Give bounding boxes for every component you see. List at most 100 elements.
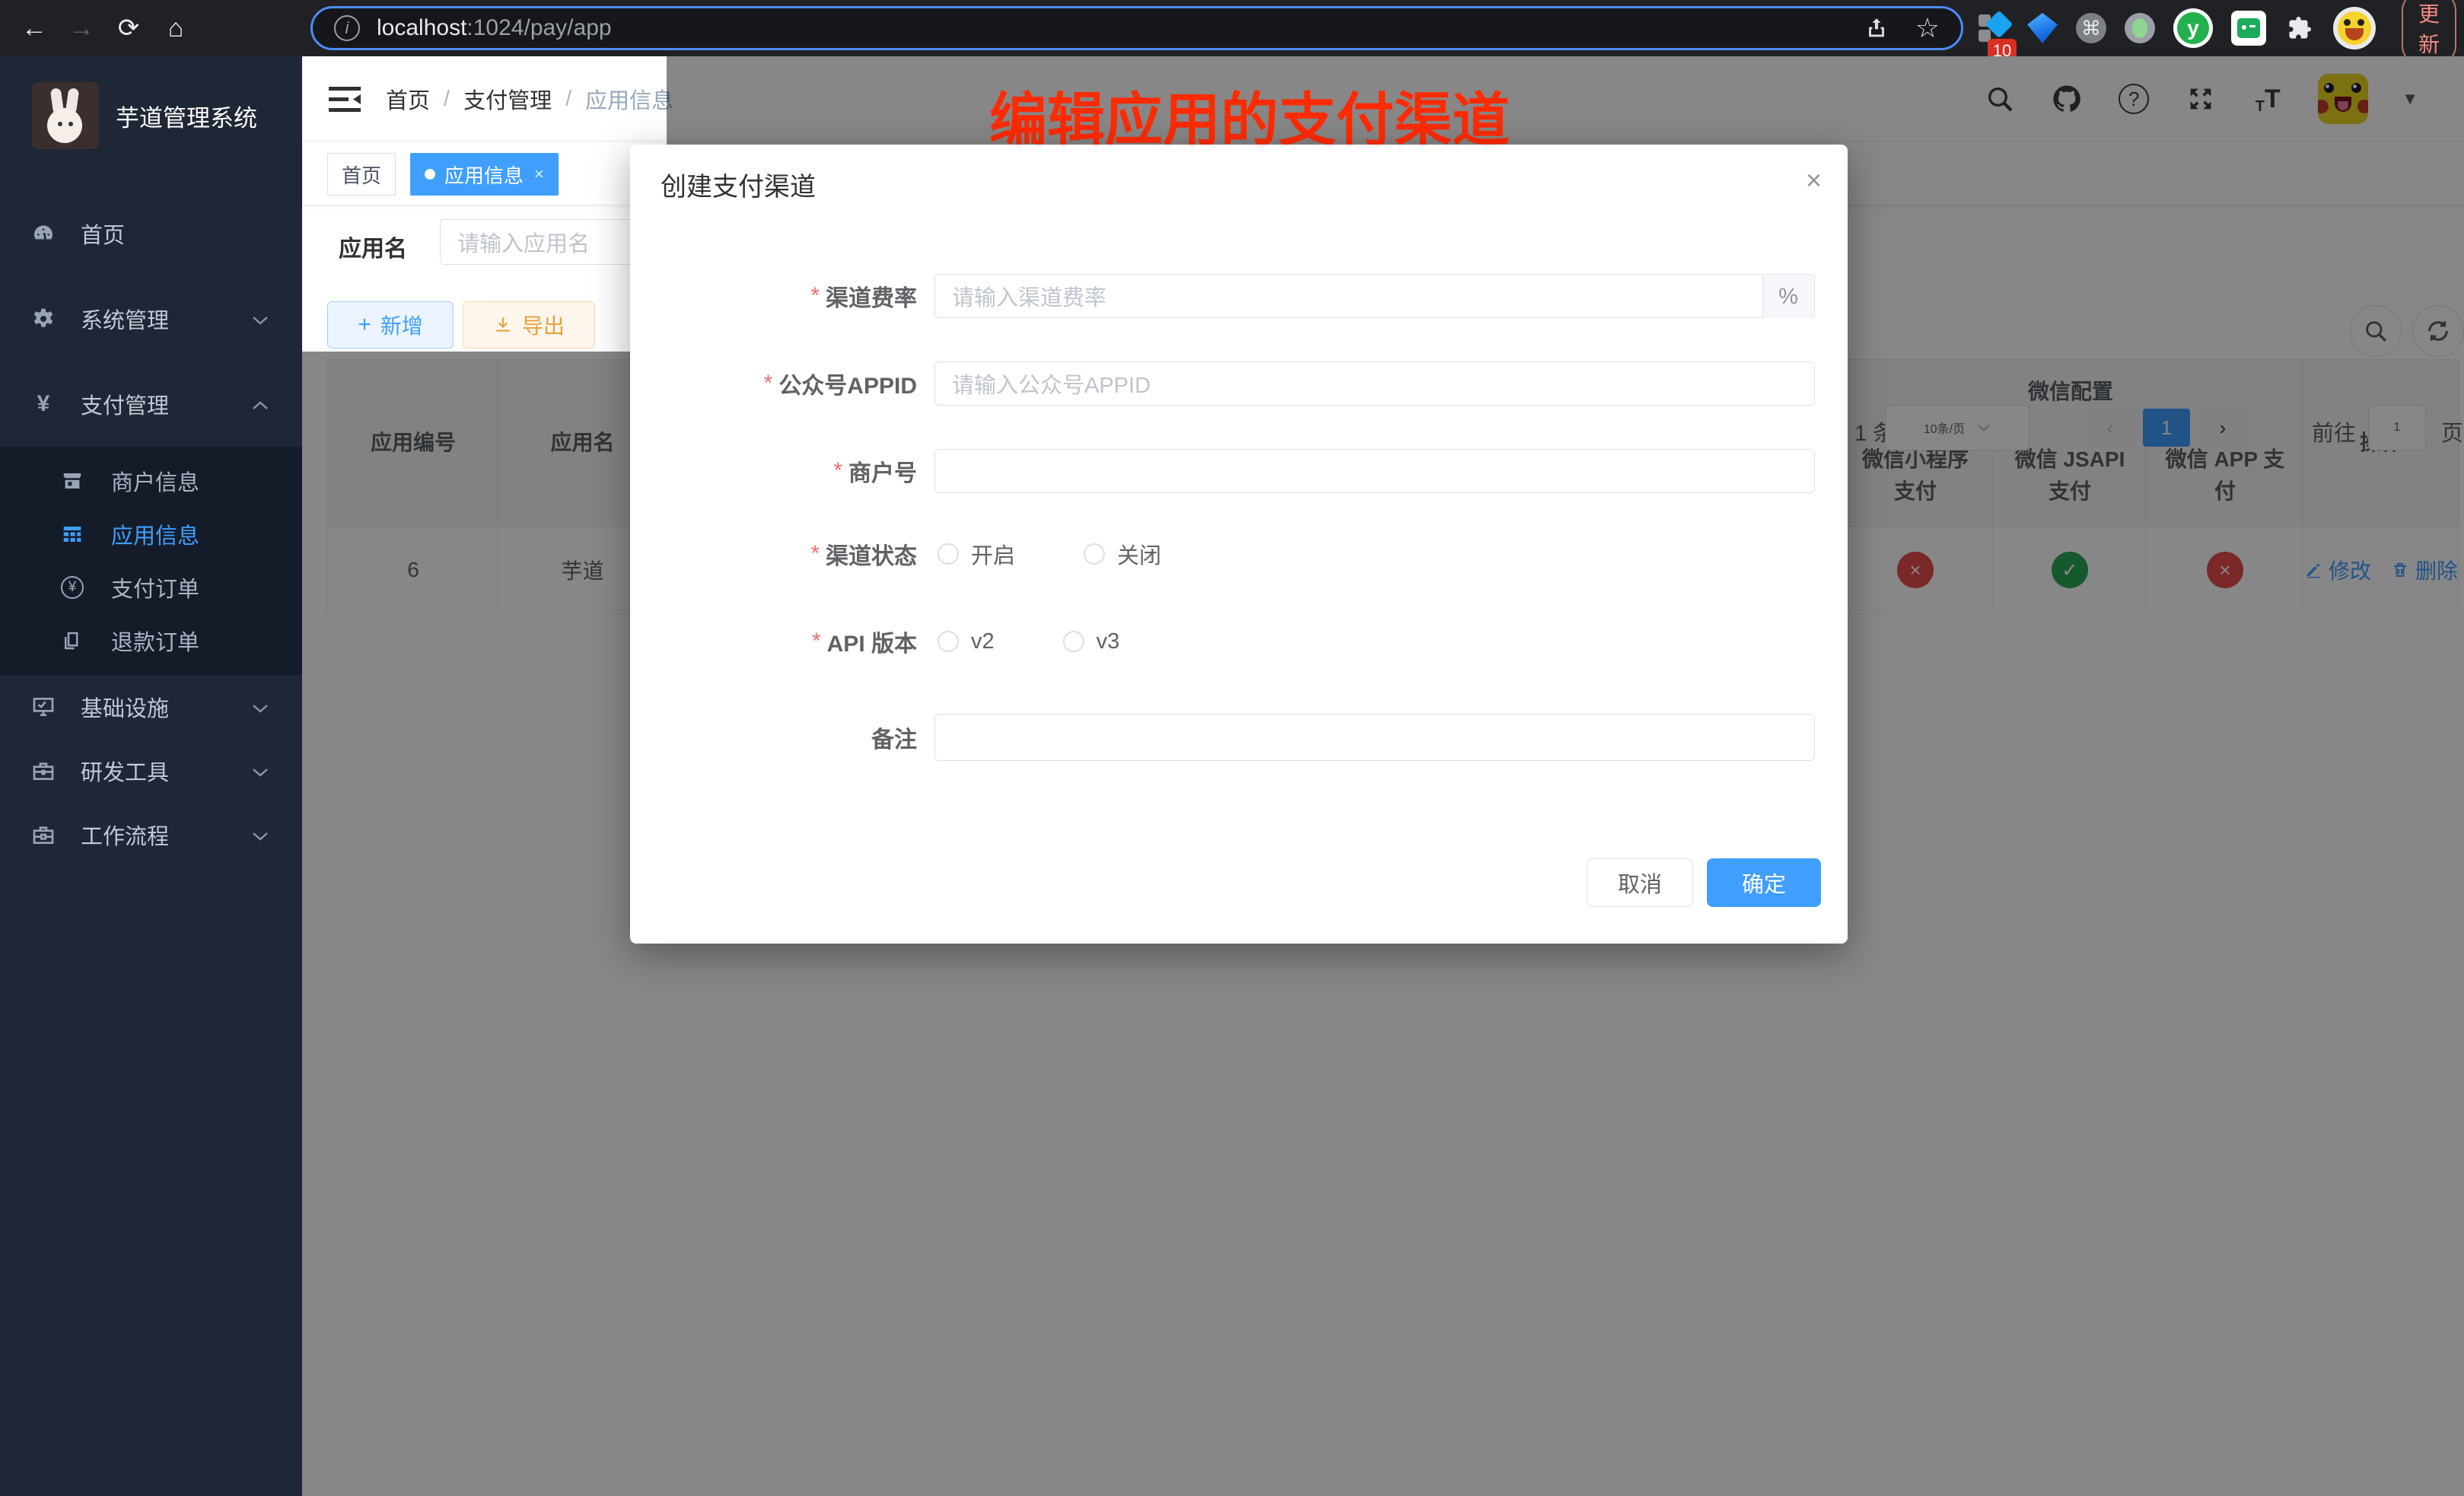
radio-circle-icon xyxy=(1063,631,1084,652)
merchant-input[interactable] xyxy=(934,449,1815,493)
browser-back-icon[interactable]: ← xyxy=(11,14,58,43)
sidebar-item-infra[interactable]: 基础设施 xyxy=(0,675,302,739)
sidebar-item-label: 支付订单 xyxy=(111,571,199,603)
form-row-rate: *渠道费率 请输入渠道费率 % xyxy=(630,274,1848,318)
app-title: 芋道管理系统 xyxy=(116,99,257,133)
toolbox-icon xyxy=(30,758,56,784)
download-icon xyxy=(493,315,513,335)
sidebar-item-label: 支付管理 xyxy=(81,388,169,420)
dialog-close-icon[interactable]: × xyxy=(1806,164,1822,196)
breadcrumb-current: 应用信息 xyxy=(585,83,673,115)
address-bar[interactable]: i localhost:1024/pay/app ☆ xyxy=(310,6,1963,50)
sidebar-item-label: 商户信息 xyxy=(111,465,199,497)
extensions-puzzle-icon[interactable] xyxy=(2284,13,2315,43)
sidebar-item-payment[interactable]: ¥ 支付管理 xyxy=(0,361,302,447)
sidebar-collapse-icon[interactable] xyxy=(327,85,362,118)
sidebar-item-home[interactable]: 首页 xyxy=(0,191,302,276)
sidebar-item-pay-order[interactable]: ¥ 支付订单 xyxy=(0,561,302,614)
form-row-status: *渠道状态 开启 关闭 xyxy=(630,539,1848,569)
export-button[interactable]: 导出 xyxy=(463,301,595,349)
remark-input[interactable] xyxy=(934,714,1815,761)
chevron-down-icon xyxy=(252,823,269,848)
radio-circle-icon xyxy=(938,631,959,652)
chevron-up-icon xyxy=(252,392,269,417)
sidebar-item-label: 退款订单 xyxy=(111,625,199,657)
sidebar-item-workflow[interactable]: 工作流程 xyxy=(0,803,302,867)
browser-toolbar: ← → ⟳ ⌂ i localhost:1024/pay/app ☆ 10 ⌘ … xyxy=(0,0,2464,56)
status-open-radio[interactable]: 开启 xyxy=(938,538,1015,570)
app-logo-row[interactable]: 芋道管理系统 xyxy=(0,73,302,158)
sidebar-item-merchant-info[interactable]: 商户信息 xyxy=(0,454,302,508)
chevron-down-icon xyxy=(252,759,269,784)
form-row-remark: 备注 xyxy=(630,714,1848,761)
status-closed-radio[interactable]: 关闭 xyxy=(1084,538,1161,570)
modal-overlay-left[interactable] xyxy=(302,352,667,1496)
extension-green-dot-icon[interactable] xyxy=(2125,13,2155,43)
extension-chat-icon[interactable] xyxy=(2231,11,2266,46)
tag-app-info[interactable]: 应用信息 × xyxy=(410,153,559,196)
radio-circle-icon xyxy=(1084,543,1105,565)
rate-percent-suffix: % xyxy=(1762,275,1813,318)
extensions-row: 10 ⌘ y 更新 ⋮ xyxy=(1979,0,2464,56)
appid-input[interactable]: 请输入公众号APPID xyxy=(934,361,1815,406)
plus-icon: + xyxy=(358,312,371,338)
extension-kite-icon[interactable] xyxy=(2027,13,2058,43)
tag-home[interactable]: 首页 xyxy=(327,153,396,196)
briefcase-icon xyxy=(30,822,56,848)
share-icon[interactable] xyxy=(1864,15,1889,41)
radio-circle-icon xyxy=(938,543,959,565)
form-row-api-version: *API 版本 v2 v3 xyxy=(630,626,1848,657)
grid-icon xyxy=(59,521,85,547)
sidebar-item-label: 应用信息 xyxy=(111,518,199,550)
sidebar-item-label: 研发工具 xyxy=(81,755,169,787)
chevron-down-icon xyxy=(252,307,269,332)
sidebar-item-refund-order[interactable]: 退款订单 xyxy=(0,614,302,667)
sidebar-item-label: 工作流程 xyxy=(81,819,169,851)
sidebar-item-label: 基础设施 xyxy=(81,691,169,723)
url-text: localhost:1024/pay/app xyxy=(377,15,612,41)
breadcrumb-home[interactable]: 首页 xyxy=(386,83,430,115)
tag-close-icon[interactable]: × xyxy=(534,164,544,184)
browser-reload-icon[interactable]: ⟳ xyxy=(105,13,152,43)
shop-icon xyxy=(59,468,85,494)
dashboard-icon xyxy=(30,221,56,247)
profile-emoji-avatar[interactable] xyxy=(2333,7,2376,49)
sidebar-item-system[interactable]: 系统管理 xyxy=(0,276,302,361)
yen-circle-icon: ¥ xyxy=(59,575,85,600)
rate-input[interactable]: 请输入渠道费率 % xyxy=(934,274,1815,318)
extension-y-icon[interactable]: y xyxy=(2173,8,2213,48)
documents-icon xyxy=(59,628,85,654)
search-field-label: 应用名 xyxy=(339,230,407,263)
breadcrumb-payment[interactable]: 支付管理 xyxy=(463,83,552,115)
yen-icon: ¥ xyxy=(30,391,56,417)
browser-forward-icon[interactable]: → xyxy=(58,14,105,43)
sidebar-item-label: 首页 xyxy=(81,218,125,250)
site-info-icon[interactable]: i xyxy=(334,15,360,41)
form-row-merchant: *商户号 xyxy=(630,449,1848,493)
sidebar: 芋道管理系统 首页 系统管理 ¥ 支付管理 商户信息 xyxy=(0,56,302,1496)
confirm-button[interactable]: 确定 xyxy=(1707,858,1821,907)
extension-diamond-icon[interactable]: 10 xyxy=(1979,13,2009,43)
add-button[interactable]: +新增 xyxy=(327,301,454,349)
sidebar-item-app-info[interactable]: 应用信息 xyxy=(0,508,302,561)
screen: ← → ⟳ ⌂ i localhost:1024/pay/app ☆ 10 ⌘ … xyxy=(0,0,2464,1496)
breadcrumb: 首页 / 支付管理 / 应用信息 xyxy=(386,56,673,142)
extension-command-icon[interactable]: ⌘ xyxy=(2076,13,2106,43)
create-pay-channel-dialog: 创建支付渠道 × *渠道费率 请输入渠道费率 % *公众号APPID 请输入公众… xyxy=(630,145,1848,944)
monitor-icon xyxy=(30,694,56,720)
dialog-title: 创建支付渠道 xyxy=(661,166,816,203)
gear-icon xyxy=(30,306,56,332)
sidebar-item-label: 系统管理 xyxy=(81,303,169,335)
app-logo-rabbit xyxy=(32,82,99,149)
sidebar-submenu-payment: 商户信息 应用信息 ¥ 支付订单 退款订单 xyxy=(0,447,302,675)
browser-home-icon[interactable]: ⌂ xyxy=(152,14,199,43)
form-row-appid: *公众号APPID 请输入公众号APPID xyxy=(630,361,1848,406)
cancel-button[interactable]: 取消 xyxy=(1587,858,1693,907)
sidebar-item-dev-tools[interactable]: 研发工具 xyxy=(0,739,302,803)
tag-active-dot xyxy=(425,169,435,180)
api-v2-radio[interactable]: v2 xyxy=(938,629,995,654)
api-v3-radio[interactable]: v3 xyxy=(1063,629,1120,654)
bookmark-star-icon[interactable]: ☆ xyxy=(1915,12,1940,44)
chevron-down-icon xyxy=(252,695,269,720)
sidebar-menu: 首页 系统管理 ¥ 支付管理 商户信息 应用信息 xyxy=(0,191,302,867)
